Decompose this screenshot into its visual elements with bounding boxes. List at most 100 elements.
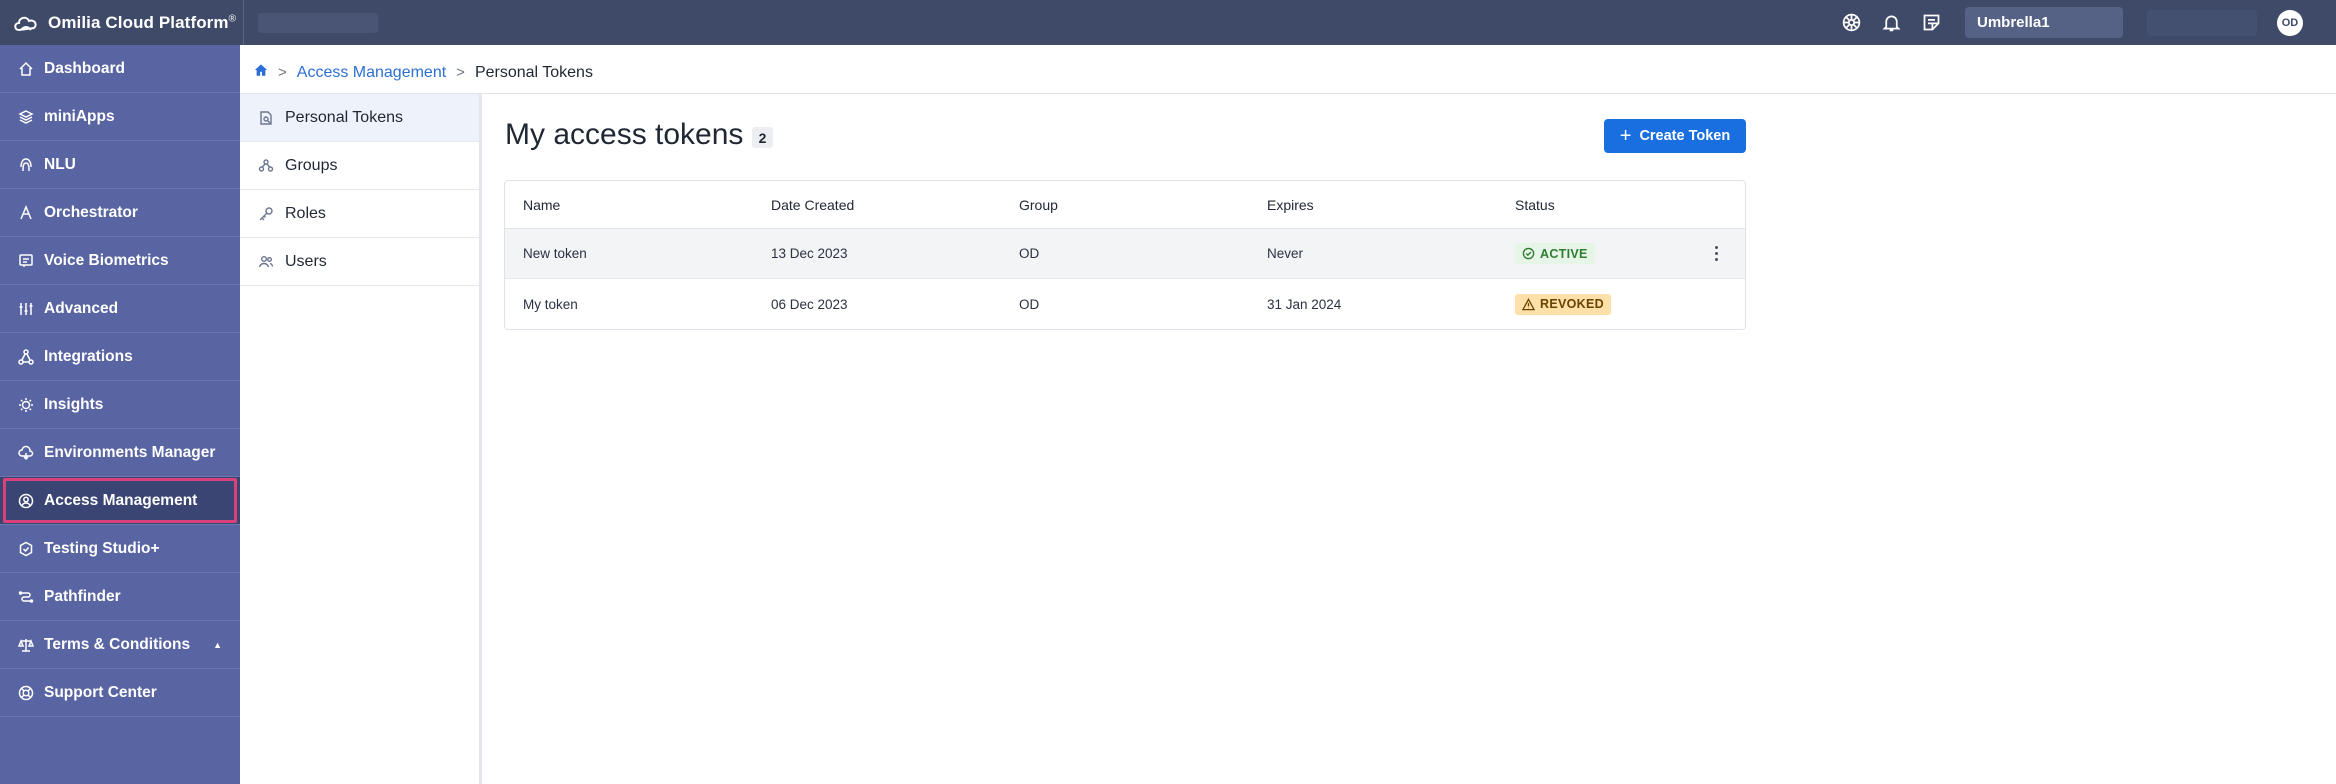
breadcrumb-access-management[interactable]: Access Management [297,64,446,82]
bell-icon [1881,15,1901,32]
chevron-right-icon: > [456,64,465,81]
avatar[interactable]: OD [2277,9,2303,36]
subnav-item-label: Groups [285,156,338,174]
breadcrumb-current: Personal Tokens [474,63,593,81]
redacted-area [258,12,378,33]
secondary-nav: Personal Tokens Groups Roles Users [240,94,482,784]
column-header-group[interactable]: Group [1019,197,1058,213]
layers-icon [18,109,34,125]
page-title: My access tokens [505,118,744,151]
sidebar-item-dashboard[interactable]: Dashboard [0,45,240,93]
sidebar-item-environments-manager[interactable]: Environments Manager [0,429,240,477]
sidebar-item-label: Insights [44,395,104,413]
main-content: My access tokens 2 + Create Token Name D… [485,94,2336,784]
sidebar-item-testing-studio[interactable]: Testing Studio+ [0,525,240,573]
sidebar-item-insights[interactable]: Insights [0,381,240,429]
groups-icon [258,158,274,174]
cell-expires: 31 Jan 2024 [1267,296,1342,312]
organization-select[interactable]: Umbrella1 [1965,7,2123,38]
cell-group: OD [1019,296,1040,312]
table-header: Name Date Created Group Expires Status [505,181,1745,229]
sidebar-item-nlu[interactable]: NLU [0,141,240,189]
sidebar-item-label: NLU [44,155,76,173]
sidebar-item-label: Environments Manager [44,443,216,461]
sidebar-item-support-center[interactable]: Support Center [0,669,240,717]
sidebar-item-label: Access Management [44,491,198,509]
subnav-item-label: Users [285,252,327,270]
settings-icon [1842,13,1860,32]
sidebar-item-label: Advanced [44,299,119,317]
subnav-item-label: Personal Tokens [285,108,403,126]
settings-button[interactable] [1831,0,1871,45]
sidebar-item-advanced[interactable]: Advanced [0,285,240,333]
sidebar-item-label: Dashboard [44,59,125,77]
sidebar-item-integrations[interactable]: Integrations [0,333,240,381]
notes-icon [1923,14,1939,31]
cell-expires: Never [1267,246,1304,261]
subnav-item-label: Roles [285,204,326,222]
sidebar: Dashboard miniApps NLU Orchestrator Voic… [0,45,240,784]
sidebar-item-terms-conditions[interactable]: Terms & Conditions ▲ [0,621,240,669]
column-header-name[interactable]: Name [523,197,560,213]
user-circle-icon [18,493,34,509]
cell-date-created: 13 Dec 2023 [771,246,848,261]
create-token-button[interactable]: + Create Token [1604,119,1746,153]
subnav-item-users[interactable]: Users [240,238,479,286]
notifications-button[interactable] [1871,0,1911,45]
row-actions-menu-icon[interactable] [1707,243,1725,263]
sidebar-item-voice-biometrics[interactable]: Voice Biometrics [0,237,240,285]
status-text: REVOKED [1540,297,1604,311]
shield-icon [18,541,34,557]
sidebar-item-label: Integrations [44,347,133,365]
voice-id-icon [18,253,34,269]
status-text: ACTIVE [1540,246,1588,261]
sidebar-item-orchestrator[interactable]: Orchestrator [0,189,240,237]
sidebar-item-label: Voice Biometrics [44,251,169,269]
redacted-area-right [2147,9,2257,36]
sidebar-item-access-management[interactable]: Access Management [0,477,240,525]
key-icon [258,206,274,222]
home-breadcrumb-icon[interactable] [254,63,268,82]
compass-icon [18,204,34,221]
status-badge: ACTIVE [1515,243,1595,264]
subnav-item-personal-tokens[interactable]: Personal Tokens [240,94,479,142]
sidebar-item-label: Terms & Conditions [44,635,191,653]
sidebar-item-miniapps[interactable]: miniApps [0,93,240,141]
sidebar-item-pathfinder[interactable]: Pathfinder [0,573,240,621]
column-header-status[interactable]: Status [1515,197,1555,213]
lifebuoy-icon [18,685,34,701]
network-icon [18,348,34,365]
home-icon [18,61,34,77]
column-header-date-created[interactable]: Date Created [771,197,854,213]
create-token-label: Create Token [1639,128,1731,144]
subnav-item-groups[interactable]: Groups [240,142,479,190]
cell-status: REVOKED [1515,293,1611,315]
cloud-icon [18,445,34,461]
top-bar-actions: Umbrella1 OD [1831,0,2336,45]
route-icon [18,589,34,605]
fingerprint-icon [18,157,34,173]
cell-date-created: 06 Dec 2023 [771,296,848,312]
column-header-expires[interactable]: Expires [1267,197,1314,213]
check-circle-icon [1522,247,1535,260]
status-badge: REVOKED [1515,293,1611,315]
notes-button[interactable] [1911,0,1951,45]
sidebar-item-label: Pathfinder [44,587,121,605]
top-bar: Omilia Cloud Platform® Umbrella1 OD [0,0,2336,45]
cell-name: My token [523,296,578,312]
cloud-logo-icon [14,16,37,31]
sidebar-item-label: Testing Studio+ [44,539,160,557]
sidebar-item-label: miniApps [44,107,115,125]
chevron-up-icon[interactable]: ▲ [213,640,222,650]
app-title: Omilia Cloud Platform® [48,12,237,32]
sidebar-item-label: Orchestrator [44,203,138,221]
warning-icon [1522,297,1535,310]
table-row[interactable]: New token 13 Dec 2023 OD Never ACTIVE [505,229,1745,279]
brand[interactable]: Omilia Cloud Platform® [0,0,244,45]
tokens-table: Name Date Created Group Expires Status N… [504,180,1746,330]
subnav-item-roles[interactable]: Roles [240,190,479,238]
sliders-icon [18,301,34,317]
lightbulb-icon [18,397,34,413]
scales-icon [18,637,34,653]
table-row[interactable]: My token 06 Dec 2023 OD 31 Jan 2024 REVO… [505,279,1745,329]
